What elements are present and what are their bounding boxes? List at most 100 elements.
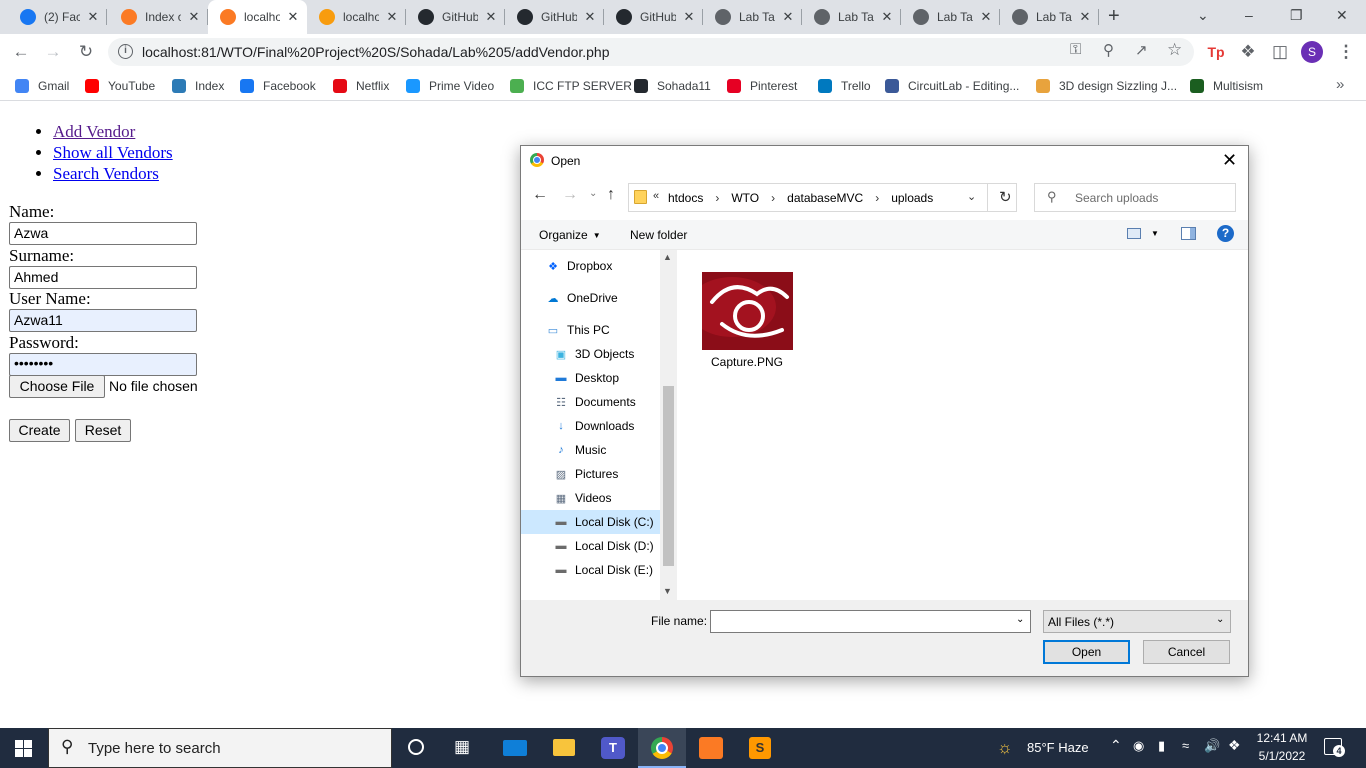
nav-item-desktop[interactable]: ▬ Desktop: [521, 366, 661, 390]
file-name-dropdown-icon[interactable]: ⌄: [1016, 614, 1024, 625]
show-hidden-icons[interactable]: ⌃: [1110, 737, 1122, 754]
cortana-icon[interactable]: [408, 739, 424, 755]
nav-item-dropbox[interactable]: ❖ Dropbox: [521, 254, 661, 278]
browser-tab[interactable]: localho ✕: [208, 0, 307, 34]
browser-tab[interactable]: Lab Ta ✕: [802, 0, 901, 34]
tab-close-icon[interactable]: ✕: [1077, 9, 1093, 25]
nav-item-onedrive[interactable]: ☁ OneDrive: [521, 286, 661, 310]
file-explorer-icon[interactable]: [553, 739, 575, 756]
organize-button[interactable]: Organize ▼: [539, 228, 601, 242]
browser-tab[interactable]: Lab Ta ✕: [703, 0, 802, 34]
reload-icon[interactable]: ↻: [74, 40, 98, 64]
key-icon[interactable]: ⚿: [1070, 41, 1081, 58]
chrome-taskbar-button[interactable]: [638, 728, 686, 768]
zoom-icon[interactable]: ⚲: [1103, 41, 1114, 59]
browser-tab[interactable]: Lab Ta ✕: [1000, 0, 1099, 34]
search-uploads-field[interactable]: ⚲ Search uploads: [1034, 183, 1236, 212]
close-icon[interactable]: ✕: [1222, 150, 1237, 171]
bookmark-item[interactable]: 3D design Sizzling J...: [1036, 77, 1177, 95]
add-vendor-link[interactable]: Add Vendor: [53, 122, 135, 141]
notification-center-icon[interactable]: 4: [1324, 738, 1345, 757]
nav-item-videos[interactable]: ▦ Videos: [521, 486, 661, 510]
task-view-icon[interactable]: ▦: [454, 737, 470, 757]
cancel-button[interactable]: Cancel: [1143, 640, 1230, 664]
browser-tab[interactable]: localho ✕: [307, 0, 406, 34]
name-input[interactable]: Azwa: [9, 222, 197, 245]
breadcrumb-segment[interactable]: htdocs: [668, 191, 703, 205]
path-dropdown-icon[interactable]: ⌄: [967, 190, 976, 203]
browser-tab[interactable]: Index o ✕: [109, 0, 208, 34]
xampp-icon[interactable]: [699, 737, 723, 759]
back-arrow-icon[interactable]: ←: [532, 186, 548, 204]
nav-scrollbar[interactable]: ▲ ▼: [660, 250, 677, 600]
tab-close-icon[interactable]: ✕: [483, 9, 499, 25]
breadcrumb-separator-icon[interactable]: ›: [715, 191, 719, 205]
nav-item-documents[interactable]: ☷ Documents: [521, 390, 661, 414]
extension-tp-icon[interactable]: Tp: [1204, 40, 1228, 64]
tab-close-icon[interactable]: ✕: [780, 9, 796, 25]
bookmark-item[interactable]: ICC FTP SERVER: [510, 77, 632, 95]
extensions-puzzle-icon[interactable]: ❖: [1236, 40, 1260, 64]
minimize-icon[interactable]: –: [1245, 7, 1253, 23]
browser-tab[interactable]: GitHub ✕: [406, 0, 505, 34]
browser-tab[interactable]: GitHub ✕: [604, 0, 703, 34]
battery-icon[interactable]: ▮: [1158, 738, 1165, 754]
weather-text[interactable]: 85°F Haze: [1027, 740, 1089, 755]
bookmark-item[interactable]: YouTube: [85, 77, 155, 95]
scrollbar-thumb[interactable]: [663, 386, 674, 566]
file-item[interactable]: Capture.PNG: [700, 272, 794, 369]
address-bar[interactable]: i localhost:81/WTO/Final%20Project%20S/S…: [108, 38, 1194, 66]
open-button[interactable]: Open: [1043, 640, 1130, 664]
browser-tab[interactable]: GitHub ✕: [505, 0, 604, 34]
bookmark-item[interactable]: Index: [172, 77, 224, 95]
tab-close-icon[interactable]: ✕: [186, 9, 202, 25]
meet-now-icon[interactable]: ◉: [1133, 738, 1144, 754]
taskbar-search-box[interactable]: ⚲ Type here to search: [48, 728, 392, 768]
bookmark-item[interactable]: CircuitLab - Editing...: [885, 77, 1019, 95]
windows-start-icon[interactable]: [15, 740, 32, 757]
overflow-chevron-icon[interactable]: «: [653, 190, 659, 202]
breadcrumb-separator-icon[interactable]: ›: [771, 191, 775, 205]
teams-icon[interactable]: T: [601, 737, 625, 759]
dropbox-tray-icon[interactable]: ❖: [1228, 737, 1241, 754]
nav-item-downloads[interactable]: ↓ Downloads: [521, 414, 661, 438]
browser-tab[interactable]: Lab Ta ✕: [901, 0, 1000, 34]
search-vendors-link[interactable]: Search Vendors: [53, 164, 159, 183]
forward-icon[interactable]: →: [41, 40, 65, 64]
folder-path-bar[interactable]: « htdocs › WTO › databaseMVC › uploads ⌄ ↻: [628, 183, 1017, 212]
breadcrumb-segment[interactable]: WTO: [731, 191, 759, 205]
share-icon[interactable]: ↗: [1135, 41, 1148, 59]
file-type-dropdown-icon[interactable]: ⌄: [1216, 614, 1224, 625]
wifi-icon[interactable]: ≈: [1182, 738, 1189, 753]
choose-file-button[interactable]: Choose File: [9, 375, 105, 398]
clock-time[interactable]: 12:41 AM: [1256, 731, 1308, 745]
username-input[interactable]: Azwa11: [9, 309, 197, 332]
scroll-up-icon[interactable]: ▲: [663, 252, 672, 262]
tab-close-icon[interactable]: ✕: [384, 9, 400, 25]
tab-close-icon[interactable]: ✕: [285, 9, 301, 25]
bookmark-item[interactable]: Trello: [818, 77, 871, 95]
new-tab-icon[interactable]: +: [1108, 5, 1120, 28]
file-name-input[interactable]: ⌄: [710, 610, 1031, 633]
view-dropdown-icon[interactable]: ▼: [1151, 229, 1159, 238]
menu-kebab-icon[interactable]: ⋮: [1334, 40, 1358, 64]
clock-date[interactable]: 5/1/2022: [1256, 749, 1308, 763]
restore-icon[interactable]: ❐: [1290, 7, 1303, 24]
tab-close-icon[interactable]: ✕: [681, 9, 697, 25]
surname-input[interactable]: Ahmed: [9, 266, 197, 289]
url-text[interactable]: localhost:81/WTO/Final%20Project%20S/Soh…: [142, 44, 610, 60]
breadcrumb-separator-icon[interactable]: ›: [875, 191, 879, 205]
volume-icon[interactable]: 🔊: [1204, 738, 1220, 754]
breadcrumb-segment[interactable]: uploads: [891, 191, 933, 205]
view-options-icon[interactable]: [1127, 228, 1141, 239]
tab-search-icon[interactable]: ⌄: [1197, 7, 1209, 24]
bookmark-item[interactable]: Netflix: [333, 77, 389, 95]
bookmark-star-icon[interactable]: ☆: [1167, 40, 1182, 60]
bookmark-item[interactable]: Sohada11: [634, 77, 711, 95]
bookmark-item[interactable]: Facebook: [240, 77, 316, 95]
nav-item-3d-objects[interactable]: ▣ 3D Objects: [521, 342, 661, 366]
bookmark-item[interactable]: Prime Video: [406, 77, 494, 95]
breadcrumb-segment[interactable]: databaseMVC: [787, 191, 863, 205]
back-icon[interactable]: ←: [9, 40, 33, 64]
more-bookmarks-icon[interactable]: »: [1336, 76, 1344, 93]
